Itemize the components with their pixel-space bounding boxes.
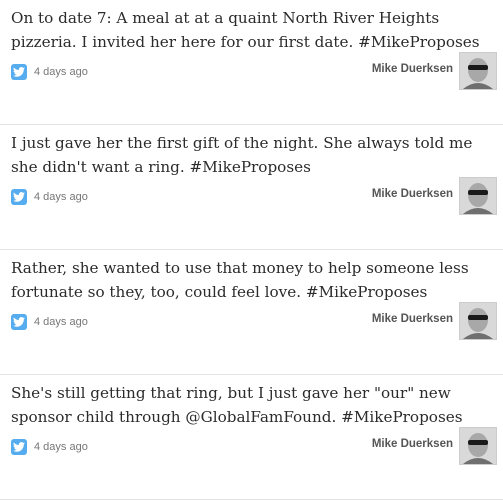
tweet-item: She's still getting that ring, but I jus… bbox=[0, 375, 503, 500]
tweet-text: Rather, she wanted to use that money to … bbox=[11, 259, 469, 301]
timestamp[interactable]: 4 days ago bbox=[34, 191, 88, 203]
twitter-bird-icon[interactable] bbox=[11, 189, 27, 205]
timestamp[interactable]: 4 days ago bbox=[34, 316, 88, 328]
tweet-text: She's still getting that ring, but I jus… bbox=[11, 384, 463, 426]
avatar[interactable] bbox=[459, 52, 497, 90]
avatar[interactable] bbox=[459, 177, 497, 215]
tweet-meta: 4 days ago bbox=[11, 63, 88, 81]
tweet-text: I just gave her the first gift of the ni… bbox=[11, 134, 473, 176]
twitter-bird-icon[interactable] bbox=[11, 314, 27, 330]
avatar[interactable] bbox=[459, 427, 497, 465]
tweet-meta: 4 days ago bbox=[11, 188, 88, 206]
tweet-item: Rather, she wanted to use that money to … bbox=[0, 250, 503, 375]
tweet-item: I just gave her the first gift of the ni… bbox=[0, 125, 503, 250]
timestamp[interactable]: 4 days ago bbox=[34, 66, 88, 78]
author-name[interactable]: Mike Duerksen bbox=[372, 438, 453, 450]
twitter-bird-icon[interactable] bbox=[11, 64, 27, 80]
author-name[interactable]: Mike Duerksen bbox=[372, 63, 453, 75]
tweet-meta: 4 days ago bbox=[11, 438, 88, 456]
timestamp[interactable]: 4 days ago bbox=[34, 441, 88, 453]
twitter-bird-icon[interactable] bbox=[11, 439, 27, 455]
author-name[interactable]: Mike Duerksen bbox=[372, 188, 453, 200]
author-name[interactable]: Mike Duerksen bbox=[372, 313, 453, 325]
tweet-item: On to date 7: A meal at at a quaint Nort… bbox=[0, 0, 503, 125]
avatar[interactable] bbox=[459, 302, 497, 340]
tweet-text: On to date 7: A meal at at a quaint Nort… bbox=[11, 9, 480, 51]
tweet-feed: On to date 7: A meal at at a quaint Nort… bbox=[0, 0, 503, 500]
tweet-meta: 4 days ago bbox=[11, 313, 88, 331]
